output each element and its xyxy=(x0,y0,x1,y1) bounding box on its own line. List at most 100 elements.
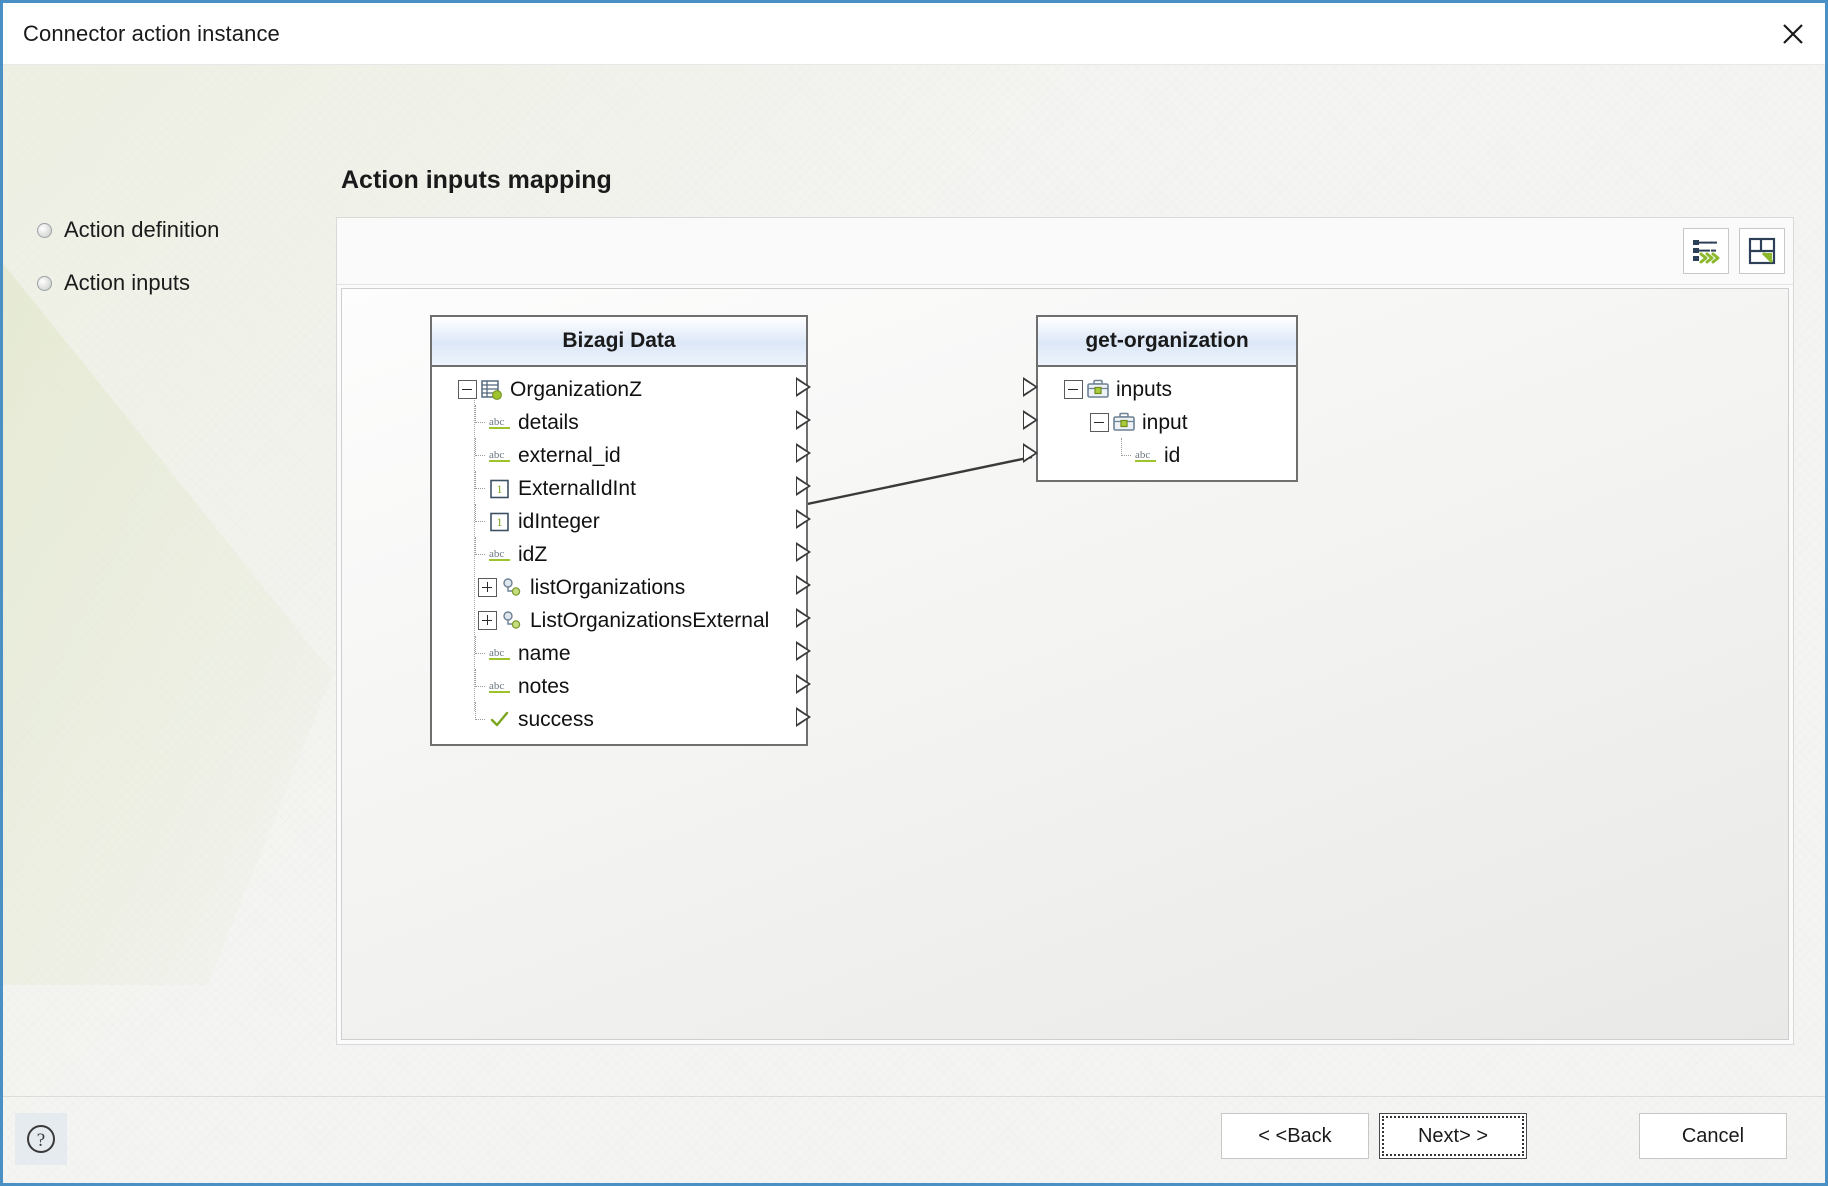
string-abc-icon: abc xyxy=(487,543,513,567)
output-port-listorganizationsexternal[interactable] xyxy=(796,608,811,628)
svg-text:abc: abc xyxy=(489,449,504,461)
mapper-toolbar xyxy=(337,218,1793,285)
tree-row-label: details xyxy=(518,410,579,434)
svg-text:?: ? xyxy=(37,1130,45,1151)
output-port-external_id[interactable] xyxy=(796,443,811,463)
cancel-button[interactable]: Cancel xyxy=(1639,1113,1787,1159)
main-panel: Action inputs mapping Bizagi Data Organi… xyxy=(336,152,1794,1152)
auto-map-icon[interactable] xyxy=(1683,228,1729,274)
dialog-title: Connector action instance xyxy=(23,20,280,46)
tree-row[interactable]: inputs xyxy=(1038,373,1296,406)
input-port-inputs[interactable] xyxy=(1023,377,1038,397)
target-node-title: get-organization xyxy=(1038,317,1296,367)
collapse-toggle-icon[interactable] xyxy=(458,380,477,399)
integer-icon: 1 xyxy=(487,477,513,501)
tree-row-label: success xyxy=(518,707,594,731)
string-abc-icon: abc xyxy=(487,675,513,699)
output-port-notes[interactable] xyxy=(796,674,811,694)
tree-branch-icon xyxy=(466,537,485,564)
collapse-toggle-icon[interactable] xyxy=(1064,380,1083,399)
svg-text:abc: abc xyxy=(489,548,504,560)
target-node-get-organization[interactable]: get-organization inputs input abc id xyxy=(1023,315,1298,482)
target-node-tree: inputs input abc id xyxy=(1038,367,1296,480)
expand-toggle-icon[interactable] xyxy=(478,578,497,597)
help-icon[interactable]: ? xyxy=(15,1113,67,1165)
briefcase-icon xyxy=(1111,411,1137,435)
string-abc-icon: abc xyxy=(487,444,513,468)
save-mapping-icon[interactable] xyxy=(1739,228,1785,274)
sidebar-item-label: Action inputs xyxy=(64,270,190,295)
step-bullet-icon xyxy=(37,275,52,291)
string-abc-icon: abc xyxy=(487,411,513,435)
connector-action-instance-dialog: Connector action instance Action definit… xyxy=(0,0,1828,1186)
mapping-canvas[interactable]: Bizagi Data OrganizationZ abc details ab… xyxy=(341,288,1789,1040)
svg-text:abc: abc xyxy=(1135,449,1150,461)
output-port-name[interactable] xyxy=(796,641,811,661)
step-bullet-icon xyxy=(37,222,52,238)
output-port-organizationz[interactable] xyxy=(796,377,811,397)
input-port-id[interactable] xyxy=(1023,443,1038,463)
tree-branch-icon xyxy=(466,405,485,432)
tree-row[interactable]: abc external_id xyxy=(432,438,806,472)
tree-row-label: ExternalIdInt xyxy=(518,476,636,500)
input-port-input[interactable] xyxy=(1023,410,1038,430)
svg-text:1: 1 xyxy=(497,515,503,529)
svg-text:abc: abc xyxy=(489,416,504,428)
sidebar-item-action-definition[interactable]: Action definition xyxy=(37,217,307,243)
entity-icon xyxy=(479,378,505,402)
output-port-listorganizations[interactable] xyxy=(796,575,811,595)
tree-row[interactable]: 1 idInteger xyxy=(432,504,806,538)
tree-row[interactable]: abc details xyxy=(432,405,806,439)
tree-branch-icon xyxy=(1112,438,1131,465)
tree-branch-icon xyxy=(466,438,485,465)
close-icon[interactable] xyxy=(1761,3,1825,64)
collapse-toggle-icon[interactable] xyxy=(1090,413,1109,432)
integer-icon: 1 xyxy=(487,510,513,534)
tree-row-label: notes xyxy=(518,674,570,698)
tree-row-label: idZ xyxy=(518,542,548,566)
tree-row-label: name xyxy=(518,641,571,665)
svg-text:1: 1 xyxy=(497,482,503,496)
collection-icon xyxy=(499,576,525,600)
output-port-success[interactable] xyxy=(796,707,811,727)
tree-row[interactable]: ListOrganizationsExternal xyxy=(432,604,806,637)
briefcase-icon xyxy=(1085,378,1111,402)
boolean-check-icon xyxy=(487,708,513,732)
expand-toggle-icon[interactable] xyxy=(478,611,497,630)
tree-row[interactable]: abc id xyxy=(1038,438,1296,472)
tree-row[interactable]: abc notes xyxy=(432,669,806,703)
sidebar-item-action-inputs[interactable]: Action inputs xyxy=(37,270,307,296)
tree-row[interactable]: abc idZ xyxy=(432,537,806,571)
sidebar-item-label: Action definition xyxy=(64,217,220,242)
tree-row-label: input xyxy=(1142,410,1188,434)
dialog-titlebar: Connector action instance xyxy=(3,3,1825,65)
output-port-idz[interactable] xyxy=(796,542,811,562)
page-title: Action inputs mapping xyxy=(341,166,612,194)
tree-row[interactable]: success xyxy=(432,702,806,736)
tree-branch-icon xyxy=(466,636,485,663)
tree-row-label: OrganizationZ xyxy=(510,377,642,401)
wizard-step-list: Action definition Action inputs xyxy=(37,217,307,323)
tree-row[interactable]: abc name xyxy=(432,636,806,670)
tree-row[interactable]: listOrganizations xyxy=(432,571,806,604)
output-port-details[interactable] xyxy=(796,410,811,430)
tree-row[interactable]: input xyxy=(1038,406,1296,439)
mapper-container: Bizagi Data OrganizationZ abc details ab… xyxy=(336,217,1794,1045)
next-button[interactable]: Next> > xyxy=(1379,1113,1527,1159)
tree-row-label: id xyxy=(1164,443,1181,467)
tree-row[interactable]: OrganizationZ xyxy=(432,373,806,406)
tree-row-label: listOrganizations xyxy=(530,575,686,599)
source-node-tree: OrganizationZ abc details abc external_i… xyxy=(432,367,806,744)
tree-row-label: external_id xyxy=(518,443,621,467)
output-port-idinteger[interactable] xyxy=(796,509,811,529)
tree-branch-icon xyxy=(466,471,485,498)
back-button[interactable]: < <Back xyxy=(1221,1113,1369,1159)
tree-row-label: ListOrganizationsExternal xyxy=(530,608,770,632)
string-abc-icon: abc xyxy=(1133,444,1159,468)
output-port-externalidint[interactable] xyxy=(796,476,811,496)
tree-branch-icon xyxy=(466,702,485,729)
string-abc-icon: abc xyxy=(487,642,513,666)
source-node-bizagi-data[interactable]: Bizagi Data OrganizationZ abc details ab… xyxy=(430,315,811,746)
tree-branch-icon xyxy=(466,504,485,531)
tree-row[interactable]: 1 ExternalIdInt xyxy=(432,471,806,505)
